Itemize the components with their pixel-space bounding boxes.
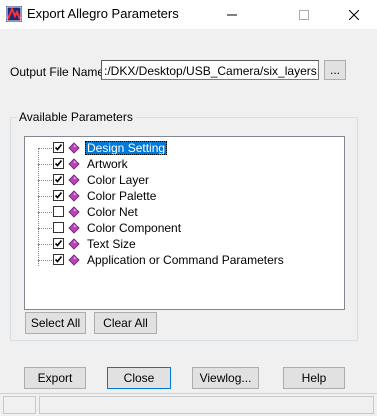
parameter-checkbox[interactable]: [53, 238, 64, 249]
parameter-checkbox[interactable]: [53, 174, 64, 185]
parameter-checkbox[interactable]: [53, 190, 64, 201]
browse-button[interactable]: ...: [324, 60, 346, 80]
close-window-button[interactable]: [331, 0, 377, 29]
tree-item[interactable]: Design Setting: [25, 140, 343, 156]
parameter-checkbox[interactable]: [53, 158, 64, 169]
status-pane-right: [39, 396, 374, 414]
output-file-label: Output File Name:: [10, 65, 108, 79]
parameter-gem-icon: [68, 174, 80, 186]
status-pane-left: [3, 396, 36, 414]
allegro-app-icon: [6, 6, 22, 22]
checkmark-icon: [54, 176, 63, 183]
minimize-icon: [227, 14, 237, 15]
parameter-checkbox[interactable]: [53, 206, 64, 217]
parameter-checkbox[interactable]: [53, 254, 64, 265]
viewlog-button[interactable]: Viewlog...: [192, 367, 259, 389]
checkmark-icon: [54, 256, 63, 263]
parameter-gem-icon: [68, 222, 80, 234]
parameter-label: Color Layer: [87, 173, 150, 187]
parameter-label: Color Component: [87, 221, 182, 235]
parameter-label: Artwork: [87, 157, 128, 171]
parameter-gem-icon: [68, 158, 80, 170]
title-bar: Export Allegro Parameters: [0, 0, 377, 29]
parameter-label: Color Net: [87, 205, 138, 219]
parameter-gem-icon: [68, 142, 80, 154]
parameter-label: Application or Command Parameters: [87, 253, 284, 267]
maximize-button[interactable]: [281, 0, 327, 29]
tree-connector: [38, 260, 52, 261]
clear-all-button[interactable]: Clear All: [94, 312, 157, 334]
parameter-gem-icon: [68, 238, 80, 250]
parameter-gem-icon: [68, 206, 80, 218]
tree-connector: [38, 196, 52, 197]
tree-connector: [38, 148, 52, 149]
window-title: Export Allegro Parameters: [27, 6, 179, 21]
status-bar-divider: [0, 393, 377, 394]
parameters-tree[interactable]: Design Setting Artwork Color Layer Color Pa…: [24, 136, 345, 310]
tree-connector: [38, 244, 52, 245]
close-button[interactable]: Close: [107, 367, 171, 389]
tree-connector: [38, 228, 52, 229]
tree-item[interactable]: Color Component: [25, 220, 343, 236]
tree-item[interactable]: Application or Command Parameters: [25, 252, 343, 268]
tree-item[interactable]: Color Layer: [25, 172, 343, 188]
tree-item[interactable]: Text Size: [25, 236, 343, 252]
select-all-button[interactable]: Select All: [25, 312, 86, 334]
parameter-label: Design Setting: [85, 141, 168, 155]
tree-item[interactable]: Color Palette: [25, 188, 343, 204]
parameter-gem-icon: [68, 254, 80, 266]
parameter-checkbox[interactable]: [53, 142, 64, 153]
close-icon: [349, 9, 359, 20]
checkmark-icon: [54, 192, 63, 199]
checkmark-icon: [54, 240, 63, 247]
tree-item[interactable]: Color Net: [25, 204, 343, 220]
tree-item[interactable]: Artwork: [25, 156, 343, 172]
help-button[interactable]: Help: [283, 367, 345, 389]
parameter-gem-icon: [68, 190, 80, 202]
parameter-checkbox[interactable]: [53, 222, 64, 233]
output-file-input[interactable]: :/DKX/Desktop/USB_Camera/six_layers.prm: [101, 60, 319, 80]
export-button[interactable]: Export: [24, 367, 86, 389]
parameter-label: Color Palette: [87, 189, 157, 203]
parameter-label: Text Size: [87, 237, 136, 251]
checkmark-icon: [54, 144, 63, 151]
checkmark-icon: [54, 160, 63, 167]
tree-connector: [38, 180, 52, 181]
tree-connector: [38, 212, 52, 213]
maximize-icon: [299, 9, 309, 20]
tree-connector: [38, 164, 52, 165]
available-parameters-label: Available Parameters: [17, 110, 135, 124]
minimize-button[interactable]: [209, 0, 255, 29]
